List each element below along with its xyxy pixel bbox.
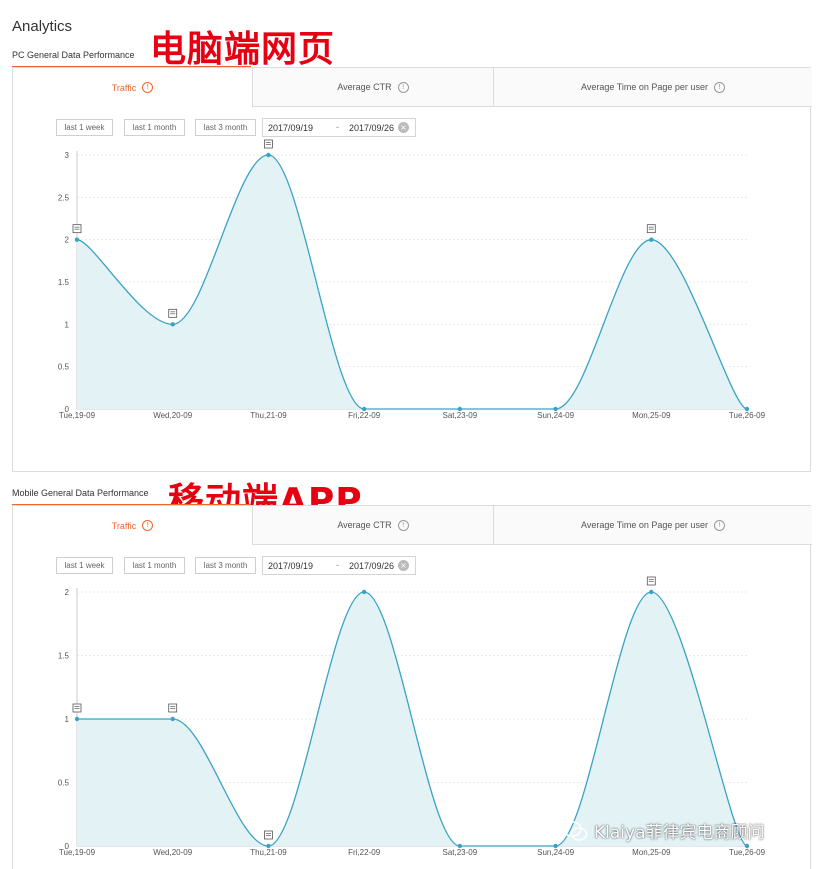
y-tick-label: 1 <box>65 715 70 724</box>
annotation-flag-icon[interactable] <box>168 308 178 318</box>
x-tick-label: Tue,19-09 <box>59 848 96 857</box>
annotation-flag-icon[interactable] <box>72 703 82 713</box>
x-tick-label: Sat,23-09 <box>443 411 478 420</box>
y-tick-label: 2.5 <box>58 193 70 202</box>
data-point[interactable] <box>170 716 175 722</box>
y-tick-label: 0.5 <box>58 779 70 788</box>
x-tick-label: Sat,23-09 <box>443 848 478 857</box>
data-point[interactable] <box>744 843 750 849</box>
data-point[interactable] <box>457 406 463 412</box>
data-point[interactable] <box>74 237 80 242</box>
x-tick-label: Thu,21-09 <box>250 411 287 420</box>
x-tick-label: Wed,20-09 <box>153 848 193 857</box>
annotation-flag-icon[interactable] <box>646 224 656 234</box>
annotation-flag-icon[interactable] <box>264 830 273 840</box>
data-point[interactable] <box>170 322 175 327</box>
x-tick-label: Mon,25-09 <box>632 411 671 420</box>
data-point[interactable] <box>649 237 654 242</box>
data-point[interactable] <box>744 406 750 412</box>
x-tick-label: Tue,26-09 <box>729 411 766 420</box>
data-point[interactable] <box>266 152 271 158</box>
data-point[interactable] <box>361 589 367 595</box>
x-tick-label: Wed,20-09 <box>153 411 193 420</box>
x-tick-label: Thu,21-09 <box>250 848 287 857</box>
data-point[interactable] <box>553 843 558 849</box>
wechat-icon <box>562 820 588 841</box>
annotation-flag-icon[interactable] <box>646 576 656 586</box>
annotation-flag-icon[interactable] <box>168 703 178 713</box>
data-point[interactable] <box>457 843 463 849</box>
mobile-traffic-chart: 00.511.52Tue,19-09 Wed,20-09 Thu,21-09 Fri,… <box>58 576 766 857</box>
x-tick-label: Mon,25-09 <box>632 848 671 857</box>
data-point[interactable] <box>553 406 558 412</box>
annotation-flag-icon[interactable] <box>72 224 82 234</box>
y-tick-label: 3 <box>65 151 70 160</box>
y-tick-label: 2 <box>65 236 70 245</box>
y-tick-label: 1.5 <box>58 652 70 661</box>
x-tick-label: Tue,19-09 <box>59 411 96 420</box>
y-tick-label: 0.5 <box>58 363 70 372</box>
pc-traffic-chart: 00.511.522.53Tue,19-09 Wed,20-09 Thu,21-09… <box>58 139 766 420</box>
x-tick-label: Sun,24-09 <box>537 411 574 420</box>
annotation-flag-icon[interactable] <box>264 139 273 149</box>
x-tick-label: Sun,24-09 <box>537 848 574 857</box>
x-tick-label: Fri,22-09 <box>348 411 381 420</box>
data-point[interactable] <box>649 589 654 595</box>
x-tick-label: Fri,22-09 <box>348 848 381 857</box>
watermark-text: Klaiya菲律宾电商顾问 <box>594 823 765 843</box>
charts-layer: 00.511.522.53Tue,19-09 Wed,20-09 Thu,21-09… <box>58 139 766 857</box>
y-tick-label: 1.5 <box>58 278 70 287</box>
watermark: Klaiya菲律宾电商顾问 <box>562 818 765 843</box>
data-point[interactable] <box>266 843 271 849</box>
y-tick-label: 1 <box>65 320 70 329</box>
y-tick-label: 2 <box>65 588 70 597</box>
data-point[interactable] <box>361 406 367 412</box>
data-point[interactable] <box>74 716 80 722</box>
x-tick-label: Tue,26-09 <box>729 848 766 857</box>
